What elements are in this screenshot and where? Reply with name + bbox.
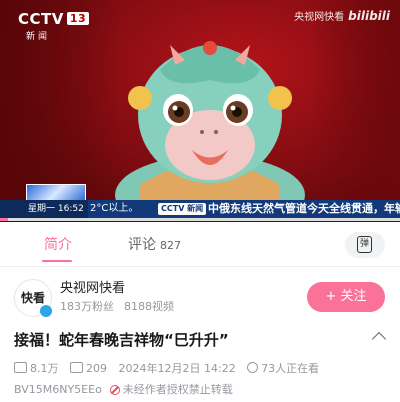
ticker-clock: 星期一 16:52 (0, 200, 88, 218)
watching-count: 73人正在看 (261, 362, 320, 375)
ticker-headline: 中俄东线天然气管道今天全线贯通，年输 (208, 202, 400, 215)
video-player[interactable]: CCTV 13 新闻 央视网快看 bilibili 星期一 16:52 2°C以上。… (0, 0, 400, 222)
uploader-meta: 183万粉丝 8188视频 (60, 298, 174, 314)
repost-notice: 未经作者授权禁止转载 (122, 383, 233, 396)
tab-bar: 简介 评论 827 (0, 222, 400, 267)
video-background-right (310, 0, 400, 222)
channel-number: 13 (66, 12, 90, 25)
danmaku-icon: 弹 (357, 236, 372, 253)
cctv-logo: CCTV 13 (18, 10, 90, 28)
avatar[interactable]: 快看 (14, 279, 53, 318)
comments-count: 827 (160, 239, 181, 252)
video-progress-bar[interactable] (0, 218, 400, 221)
bilibili-logo: bilibili (348, 9, 390, 23)
forbidden-icon (109, 385, 120, 395)
danmaku-count-icon (70, 362, 83, 373)
danmaku-count: 209 (86, 362, 107, 375)
uploader-videos: 8188视频 (124, 300, 174, 313)
avatar-text: 快看 (20, 291, 45, 305)
tab-comments-label: 评论 (128, 237, 156, 253)
collapse-chevron-icon[interactable] (371, 331, 387, 347)
ticker-channel-brand: CCTV 新闻 (158, 203, 207, 215)
tab-intro[interactable]: 简介 (44, 234, 72, 254)
active-tab-indicator (42, 260, 72, 262)
video-stats: 8.1万 209 2024年12月2日 14:22 73人正在看 (14, 360, 327, 376)
danmaku-toggle-button[interactable]: 弹 (345, 232, 385, 258)
publish-datetime: 2024年12月2日 14:22 (118, 362, 236, 375)
ticker-temperature: 2°C以上。 (90, 203, 139, 214)
tab-comments[interactable]: 评论 827 (128, 234, 181, 254)
verified-badge-icon (39, 304, 53, 318)
watermark: 央视网快看 bilibili (294, 8, 390, 23)
uploader-name[interactable]: 央视网快看 (60, 277, 125, 296)
bvid: BV15M6NY5EEo (14, 383, 102, 396)
watching-icon (247, 362, 259, 373)
play-count-icon (14, 362, 27, 373)
video-title: 接福！蛇年春晚吉祥物“巳升升” (14, 331, 229, 349)
follow-button[interactable]: + 关注 (307, 282, 385, 312)
uploader-fans: 183万粉丝 (60, 300, 114, 313)
news-ticker: 星期一 16:52 2°C以上。 CCTV 新闻 中俄东线天然气管道今天全线贯通… (0, 184, 400, 218)
view-count: 8.1万 (30, 362, 59, 375)
mascot-illustration (115, 41, 305, 210)
video-progress-fill (0, 218, 8, 221)
watermark-text: 央视网快看 (294, 12, 345, 23)
cctv-logo-text: CCTV (18, 10, 64, 28)
channel-subtitle: 新闻 (26, 32, 51, 42)
uploader-row: 快看 央视网快看 183万粉丝 8188视频 + 关注 (0, 275, 400, 321)
bvid-line: BV15M6NY5EEo 未经作者授权禁止转载 (14, 381, 233, 397)
